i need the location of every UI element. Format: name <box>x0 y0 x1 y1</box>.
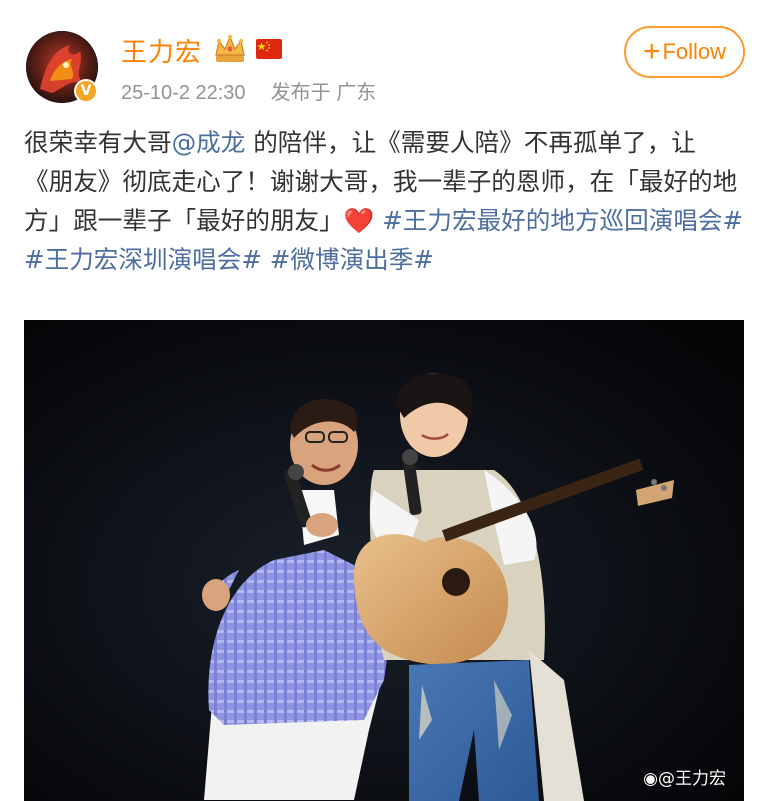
concert-photo <box>24 320 744 801</box>
verified-v-icon: V <box>74 79 98 103</box>
post-location: 发布于 广东 <box>270 82 377 104</box>
hashtag-link[interactable]: #微博演出季# <box>270 245 434 274</box>
china-flag-icon <box>256 39 282 59</box>
heart-emoji: ❤️ <box>343 206 375 235</box>
watermark-text: @王力宏 <box>658 769 726 789</box>
plus-icon: + <box>642 35 661 68</box>
hashtag-link[interactable]: #王力宏最好的地方巡回演唱会# <box>382 206 743 235</box>
photo-watermark: ◉@王力宏 <box>643 764 726 789</box>
post-text: 很荣幸有大哥@成龙 的陪伴，让《需要人陪》不再孤单了，让《朋友》彻底走心了！谢谢… <box>24 123 744 279</box>
weibo-logo-icon: ◉ <box>643 769 658 789</box>
username[interactable]: 王力宏 <box>121 32 202 69</box>
post-meta: 25-10-2 22:30 发布于 广东 <box>121 76 376 105</box>
follow-label: Follow <box>662 39 727 64</box>
post-timestamp: 25-10-2 22:30 <box>121 82 246 104</box>
hashtag-link[interactable]: #王力宏深圳演唱会# <box>24 245 262 274</box>
crown-icon[interactable] <box>212 33 248 65</box>
post-photo[interactable]: ◉@王力宏 <box>24 320 744 801</box>
post-text-segment: 很荣幸有大哥 <box>24 128 172 157</box>
follow-button[interactable]: + Follow <box>624 26 745 78</box>
mention-link[interactable]: @成龙 <box>172 128 246 157</box>
